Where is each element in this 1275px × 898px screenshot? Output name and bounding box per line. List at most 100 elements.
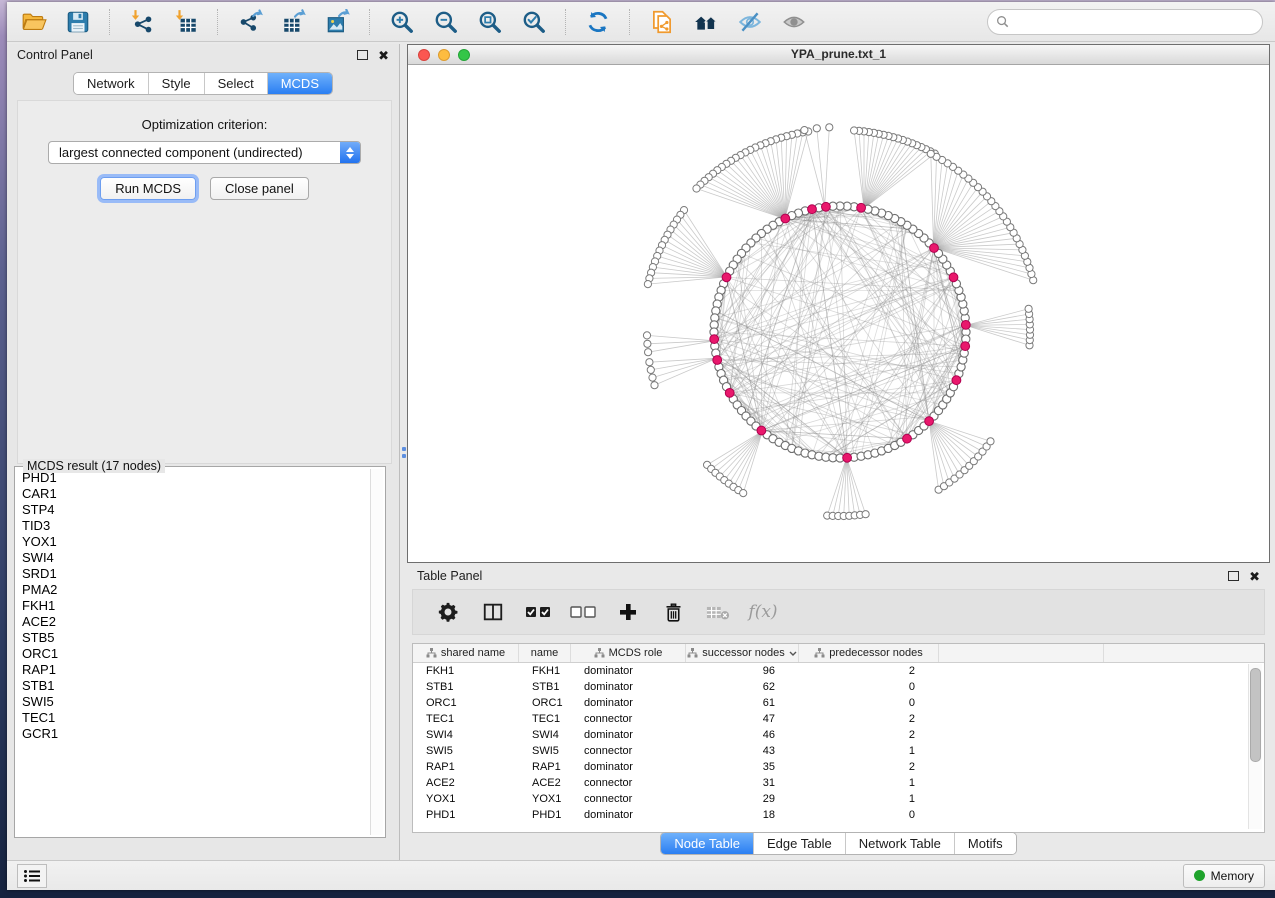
leaf-node[interactable] <box>644 281 651 288</box>
network-canvas[interactable] <box>408 65 1269 563</box>
table-row-TEC1[interactable]: TEC1TEC1connector472 <box>413 711 1264 727</box>
leaf-node[interactable] <box>927 150 934 157</box>
hide-selected-icon[interactable] <box>735 8 765 36</box>
leaf-node[interactable] <box>649 374 656 381</box>
export-table-icon[interactable] <box>279 8 309 36</box>
mcds-hub-node[interactable] <box>857 203 866 212</box>
mcds-hub-node[interactable] <box>725 389 734 398</box>
tab-network[interactable]: Network <box>74 73 149 94</box>
network-pages-icon[interactable] <box>647 8 677 36</box>
tab-motifs[interactable]: Motifs <box>955 833 1016 854</box>
mcds-result-item[interactable]: YOX1 <box>17 534 370 550</box>
column-header-successor-nodes[interactable]: successor nodes <box>686 644 799 662</box>
column-header-name[interactable]: name <box>519 644 571 662</box>
mcds-result-item[interactable]: FKH1 <box>17 598 370 614</box>
open-file-icon[interactable] <box>19 8 49 36</box>
leaf-node[interactable] <box>987 438 994 445</box>
tab-edge-table[interactable]: Edge Table <box>754 833 846 854</box>
tab-select[interactable]: Select <box>205 73 268 94</box>
column-header-shared-name[interactable]: shared name <box>413 644 519 662</box>
mcds-result-item[interactable]: CAR1 <box>17 486 370 502</box>
leaf-node[interactable] <box>647 366 654 373</box>
mcds-hub-node[interactable] <box>710 335 719 344</box>
mcds-hub-node[interactable] <box>930 244 939 253</box>
mcds-result-item[interactable]: TID3 <box>17 518 370 534</box>
float-panel-icon[interactable] <box>357 50 368 60</box>
mcds-hub-node[interactable] <box>949 273 958 282</box>
leaf-node[interactable] <box>1025 305 1032 312</box>
leaf-node[interactable] <box>740 490 747 497</box>
close-table-panel-icon[interactable]: ✖ <box>1249 570 1260 583</box>
mcds-result-item[interactable]: ORC1 <box>17 646 370 662</box>
mcds-result-item[interactable]: SWI5 <box>17 694 370 710</box>
add-column-icon[interactable] <box>615 599 641 625</box>
criterion-select[interactable]: largest connected component (undirected) <box>48 141 361 164</box>
search-input[interactable] <box>1014 14 1254 30</box>
mcds-result-item[interactable]: PHD1 <box>17 470 370 486</box>
zoom-selected-icon[interactable] <box>519 8 549 36</box>
mcds-result-item[interactable]: SRD1 <box>17 566 370 582</box>
table-scrollbar-thumb[interactable] <box>1250 668 1261 762</box>
mcds-hub-node[interactable] <box>843 453 852 462</box>
mcds-hub-node[interactable] <box>713 356 722 365</box>
close-panel-button[interactable]: Close panel <box>210 177 309 200</box>
column-header-predecessor-nodes[interactable]: predecessor nodes <box>799 644 939 662</box>
mcds-hub-node[interactable] <box>808 205 817 214</box>
select-all-checkboxes-icon[interactable] <box>525 599 551 625</box>
leaf-node[interactable] <box>651 382 658 389</box>
table-row-ORC1[interactable]: ORC1ORC1dominator610 <box>413 695 1264 711</box>
mcds-hub-node[interactable] <box>961 342 970 351</box>
mcds-result-item[interactable]: ACE2 <box>17 614 370 630</box>
zoom-fit-icon[interactable] <box>475 8 505 36</box>
refresh-view-icon[interactable] <box>583 8 613 36</box>
column-layout-icon[interactable] <box>480 599 506 625</box>
table-row-YOX1[interactable]: YOX1YOX1connector291 <box>413 791 1264 807</box>
table-row-PHD1[interactable]: PHD1PHD1dominator180 <box>413 807 1264 823</box>
run-mcds-button[interactable]: Run MCDS <box>100 177 196 200</box>
zoom-out-icon[interactable] <box>431 8 461 36</box>
float-table-panel-icon[interactable] <box>1228 571 1239 581</box>
mcds-hub-node[interactable] <box>822 202 831 211</box>
import-table-icon[interactable] <box>171 8 201 36</box>
leaf-node[interactable] <box>851 127 858 134</box>
mcds-hub-node[interactable] <box>722 273 731 282</box>
tab-style[interactable]: Style <box>149 73 205 94</box>
mcds-hub-node[interactable] <box>925 417 934 426</box>
tab-mcds[interactable]: MCDS <box>268 73 332 94</box>
splitter-handle[interactable] <box>402 447 406 465</box>
tab-network-table[interactable]: Network Table <box>846 833 955 854</box>
export-image-icon[interactable] <box>323 8 353 36</box>
leaf-node[interactable] <box>862 511 869 518</box>
table-row-SWI4[interactable]: SWI4SWI4dominator462 <box>413 727 1264 743</box>
show-all-icon[interactable] <box>779 8 809 36</box>
leaf-node[interactable] <box>643 332 650 339</box>
deselect-all-checkboxes-icon[interactable] <box>570 599 596 625</box>
memory-button[interactable]: Memory <box>1183 864 1265 888</box>
table-row-RAP1[interactable]: RAP1RAP1dominator352 <box>413 759 1264 775</box>
mcds-result-item[interactable]: STB5 <box>17 630 370 646</box>
leaf-node[interactable] <box>826 124 833 131</box>
mcds-result-item[interactable]: GCR1 <box>17 726 370 742</box>
task-history-list-icon[interactable] <box>17 864 47 888</box>
mcds-result-scrollbar[interactable] <box>370 469 383 835</box>
mcds-result-item[interactable]: STP4 <box>17 502 370 518</box>
mcds-result-item[interactable]: RAP1 <box>17 662 370 678</box>
export-network-icon[interactable] <box>235 8 265 36</box>
table-row-SWI5[interactable]: SWI5SWI5connector431 <box>413 743 1264 759</box>
leaf-node[interactable] <box>646 359 653 366</box>
table-row-FKH1[interactable]: FKH1FKH1dominator962 <box>413 663 1264 679</box>
table-scrollbar[interactable] <box>1248 664 1262 829</box>
first-neighbors-icon[interactable] <box>691 8 721 36</box>
leaf-node[interactable] <box>693 185 700 192</box>
delete-table-icon[interactable] <box>705 599 731 625</box>
function-builder-icon[interactable]: f(x) <box>750 599 776 625</box>
import-network-icon[interactable] <box>127 8 157 36</box>
mcds-result-item[interactable]: STB1 <box>17 678 370 694</box>
table-row-STB1[interactable]: STB1STB1dominator620 <box>413 679 1264 695</box>
mcds-hub-node[interactable] <box>781 214 790 223</box>
leaf-node[interactable] <box>801 127 808 134</box>
zoom-in-icon[interactable] <box>387 8 417 36</box>
delete-column-trash-icon[interactable] <box>660 599 686 625</box>
mcds-hub-node[interactable] <box>952 376 961 385</box>
mcds-result-item[interactable]: PMA2 <box>17 582 370 598</box>
